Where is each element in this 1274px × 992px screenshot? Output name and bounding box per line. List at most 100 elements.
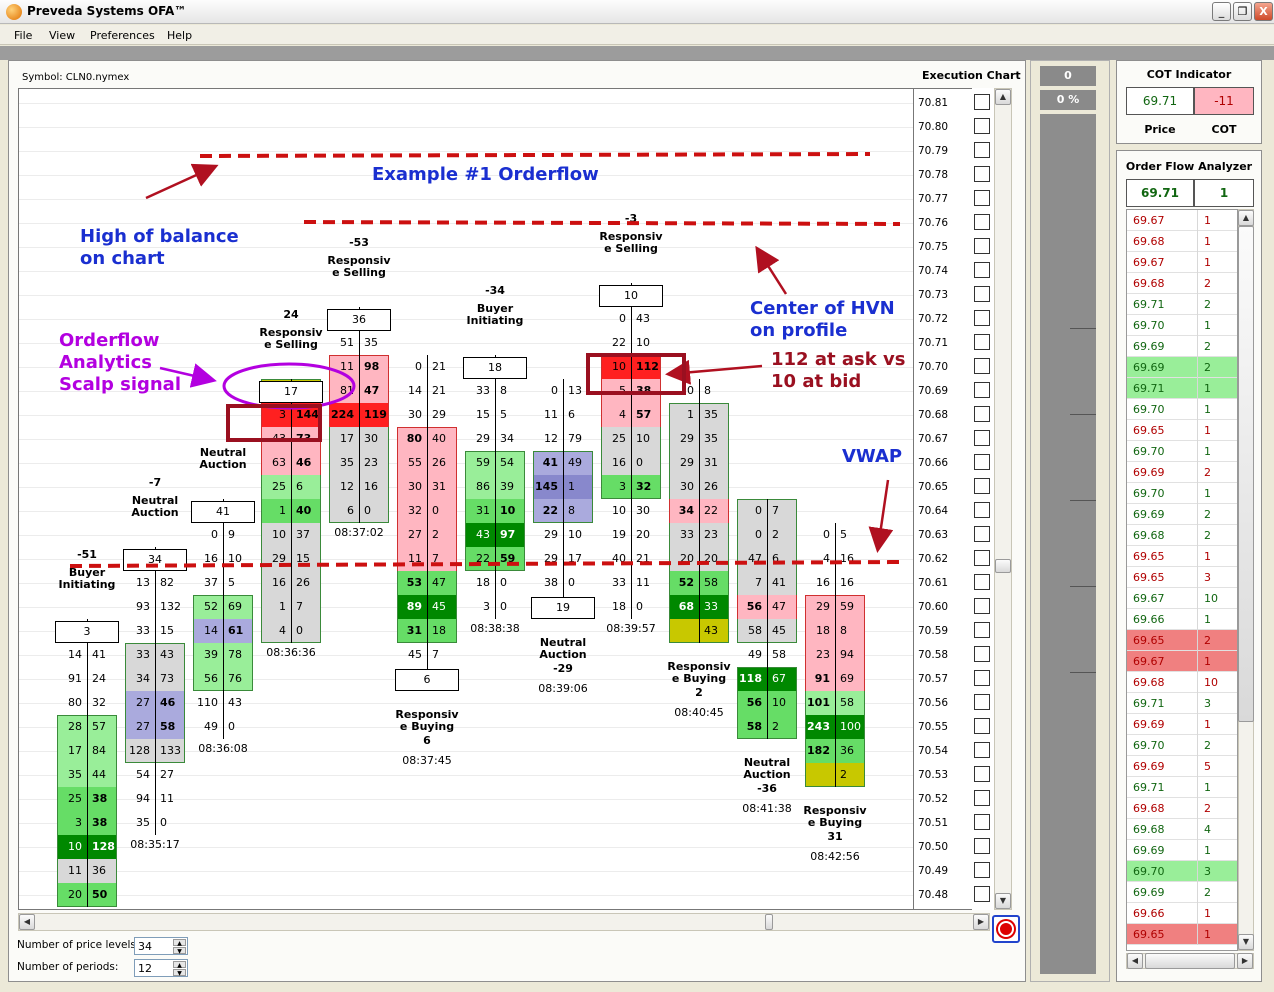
ofa-trade-row[interactable]: 69.65 3: [1127, 567, 1237, 588]
ofa-trade-list[interactable]: 69.67 1 69.68 1 69.67 1 69.68 2 69.71 2 69.70 1 69.6…: [1126, 209, 1238, 951]
maximize-button[interactable]: ❐: [1233, 2, 1252, 21]
scroll-down-icon[interactable]: ▼: [1238, 934, 1254, 950]
ofa-trade-row[interactable]: 69.70 1: [1127, 483, 1237, 504]
ofa-trade-row[interactable]: 69.66 1: [1127, 609, 1237, 630]
stepper-up-icon[interactable]: ▲: [173, 961, 186, 969]
minimize-button[interactable]: _: [1212, 2, 1231, 21]
ofa-trade-row[interactable]: 69.69 1: [1127, 840, 1237, 861]
execution-checkbox[interactable]: [974, 478, 990, 494]
ofa-trade-row[interactable]: 69.69 1: [1127, 714, 1237, 735]
scroll-down-icon[interactable]: ▼: [995, 893, 1011, 909]
ofa-trade-row[interactable]: 69.67 1: [1127, 651, 1237, 672]
menu-view[interactable]: View: [49, 29, 75, 42]
ofa-trade-row[interactable]: 69.65 1: [1127, 924, 1237, 945]
execution-checkbox-column[interactable]: [972, 88, 994, 910]
execution-checkbox[interactable]: [974, 166, 990, 182]
execution-checkbox[interactable]: [974, 358, 990, 374]
ofa-trade-row[interactable]: 69.67 1: [1127, 252, 1237, 273]
execution-checkbox[interactable]: [974, 214, 990, 230]
ofa-trade-row[interactable]: 69.65 1: [1127, 420, 1237, 441]
ofa-trade-row[interactable]: 69.70 1: [1127, 441, 1237, 462]
ofa-trade-row[interactable]: 69.70 1: [1127, 315, 1237, 336]
execution-checkbox[interactable]: [974, 238, 990, 254]
ofa-trade-row[interactable]: 69.68 2: [1127, 525, 1237, 546]
periods-stepper[interactable]: 12 ▲ ▼: [134, 959, 188, 977]
price-levels-stepper[interactable]: 34 ▲ ▼: [134, 937, 188, 955]
chart-horizontal-scrollbar[interactable]: ◀ ▶: [18, 913, 990, 931]
ofa-trade-row[interactable]: 69.68 1: [1127, 231, 1237, 252]
ofa-trade-row[interactable]: 69.71 2: [1127, 294, 1237, 315]
execution-checkbox[interactable]: [974, 334, 990, 350]
ofa-vertical-scrollbar[interactable]: ▲ ▼: [1238, 209, 1254, 951]
ofa-scroll-thumb[interactable]: [1238, 226, 1254, 722]
execution-checkbox[interactable]: [974, 718, 990, 734]
menu-file[interactable]: File: [14, 29, 32, 42]
execution-checkbox[interactable]: [974, 646, 990, 662]
execution-checkbox[interactable]: [974, 886, 990, 902]
ofa-trade-row[interactable]: 69.68 2: [1127, 273, 1237, 294]
ofa-trade-row[interactable]: 69.68 2: [1127, 798, 1237, 819]
scroll-thumb[interactable]: [995, 559, 1011, 573]
scroll-left-icon[interactable]: ◀: [1127, 953, 1143, 969]
execution-checkbox[interactable]: [974, 382, 990, 398]
ofa-trade-row[interactable]: 69.71 3: [1127, 693, 1237, 714]
stepper-down-icon[interactable]: ▼: [173, 947, 186, 955]
ofa-trade-row[interactable]: 69.69 2: [1127, 462, 1237, 483]
scroll-left-icon[interactable]: ◀: [19, 914, 35, 930]
horizontal-scroll-thumb[interactable]: [765, 914, 773, 930]
stepper-up-icon[interactable]: ▲: [173, 939, 186, 947]
execution-checkbox[interactable]: [974, 190, 990, 206]
execution-checkbox[interactable]: [974, 574, 990, 590]
execution-checkbox[interactable]: [974, 670, 990, 686]
ofa-trade-row[interactable]: 69.69 2: [1127, 504, 1237, 525]
scroll-right-icon[interactable]: ▶: [973, 914, 989, 930]
execution-checkbox[interactable]: [974, 142, 990, 158]
execution-checkbox[interactable]: [974, 694, 990, 710]
ofa-trade-row[interactable]: 69.69 2: [1127, 882, 1237, 903]
record-button[interactable]: [992, 915, 1020, 943]
footprint-chart[interactable]: 14 41 91 24 80 32 28 57 17 84 35 44 25 38 3 38 10 128 11 36…: [18, 88, 914, 910]
execution-checkbox[interactable]: [974, 598, 990, 614]
scroll-up-icon[interactable]: ▲: [1238, 210, 1254, 226]
execution-checkbox[interactable]: [974, 430, 990, 446]
ofa-trade-row[interactable]: 69.65 1: [1127, 546, 1237, 567]
ofa-trade-row[interactable]: 69.70 2: [1127, 735, 1237, 756]
ofa-trade-row[interactable]: 69.69 2: [1127, 336, 1237, 357]
execution-checkbox[interactable]: [974, 838, 990, 854]
ofa-trade-row[interactable]: 69.68 4: [1127, 819, 1237, 840]
execution-checkbox[interactable]: [974, 766, 990, 782]
ofa-trade-row[interactable]: 69.67 10: [1127, 588, 1237, 609]
ofa-trade-row[interactable]: 69.67 1: [1127, 210, 1237, 231]
ofa-horizontal-scrollbar[interactable]: ◀ ▶: [1126, 953, 1254, 969]
scroll-right-icon[interactable]: ▶: [1237, 953, 1253, 969]
execution-checkbox[interactable]: [974, 94, 990, 110]
ofa-trade-row[interactable]: 69.70 1: [1127, 399, 1237, 420]
menu-help[interactable]: Help: [167, 29, 192, 42]
ofa-trade-row[interactable]: 69.69 5: [1127, 756, 1237, 777]
execution-checkbox[interactable]: [974, 862, 990, 878]
ofa-horizontal-thumb[interactable]: [1145, 953, 1235, 969]
chart-vertical-scrollbar[interactable]: ▲ ▼: [994, 88, 1012, 910]
ofa-trade-row[interactable]: 69.70 3: [1127, 861, 1237, 882]
execution-checkbox[interactable]: [974, 118, 990, 134]
ofa-trade-row[interactable]: 69.66 1: [1127, 903, 1237, 924]
execution-checkbox[interactable]: [974, 814, 990, 830]
scroll-up-icon[interactable]: ▲: [995, 89, 1011, 105]
execution-checkbox[interactable]: [974, 790, 990, 806]
execution-checkbox[interactable]: [974, 526, 990, 542]
stepper-down-icon[interactable]: ▼: [173, 969, 186, 977]
execution-checkbox[interactable]: [974, 286, 990, 302]
ofa-trade-row[interactable]: 69.71 1: [1127, 378, 1237, 399]
ofa-trade-row[interactable]: 69.68 10: [1127, 672, 1237, 693]
execution-checkbox[interactable]: [974, 406, 990, 422]
ofa-trade-row[interactable]: 69.71 1: [1127, 777, 1237, 798]
close-button[interactable]: X: [1254, 2, 1273, 21]
menu-preferences[interactable]: Preferences: [90, 29, 155, 42]
execution-checkbox[interactable]: [974, 622, 990, 638]
execution-checkbox[interactable]: [974, 310, 990, 326]
execution-checkbox[interactable]: [974, 262, 990, 278]
ofa-trade-row[interactable]: 69.69 2: [1127, 357, 1237, 378]
execution-checkbox[interactable]: [974, 742, 990, 758]
ofa-trade-row[interactable]: 69.65 2: [1127, 630, 1237, 651]
execution-checkbox[interactable]: [974, 502, 990, 518]
